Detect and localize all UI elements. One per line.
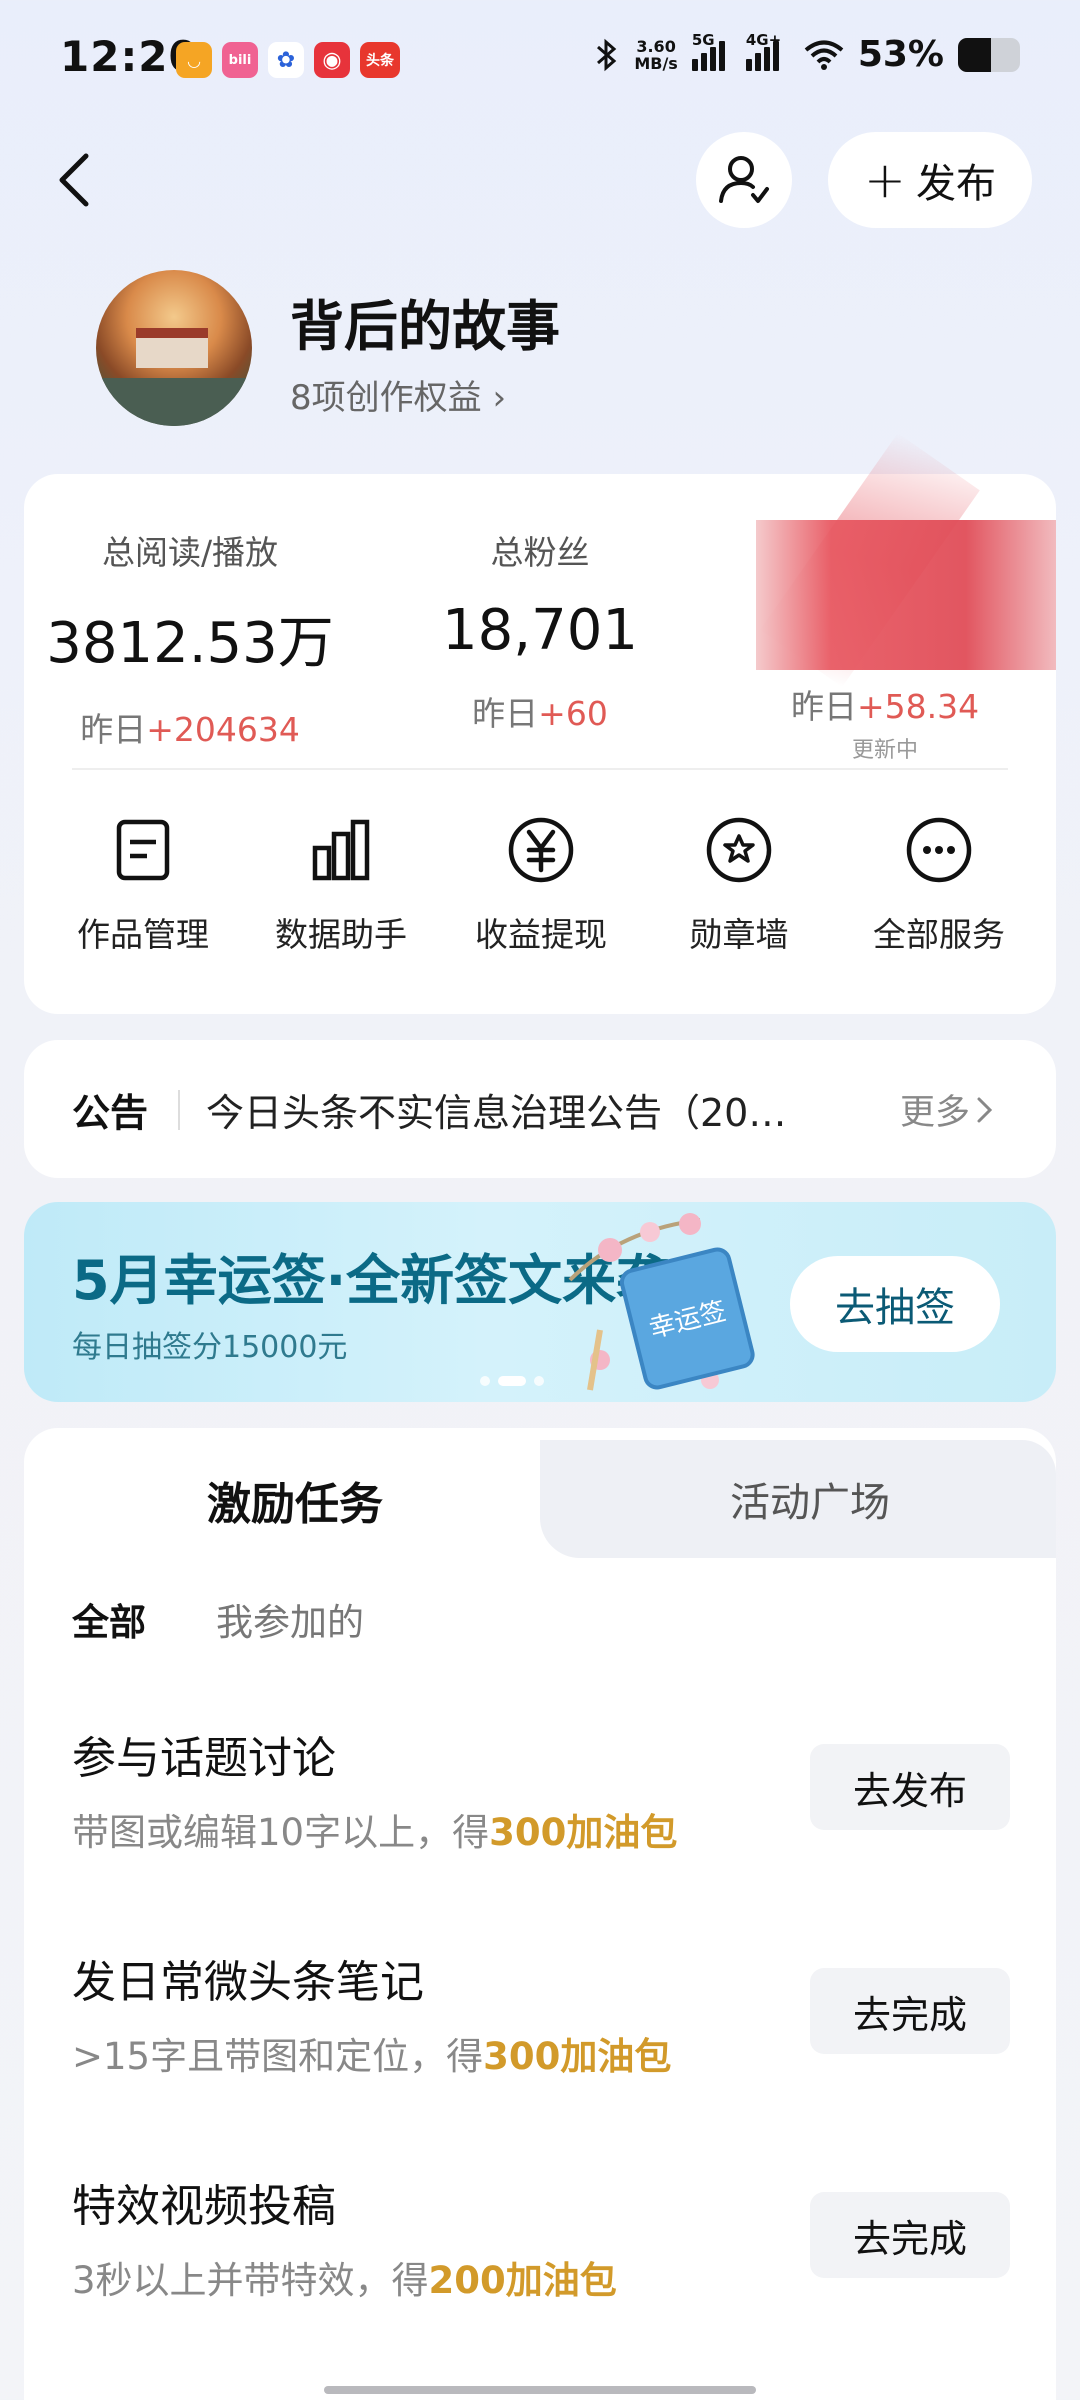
chevron-left-icon [59,153,89,207]
stat-value: 18,701 [442,598,638,663]
task-title: 特效视频投稿 [72,2181,336,2232]
banner-subtitle: 每日抽签分15000元 [72,1330,348,1365]
task-complete-button[interactable]: 去完成 [810,1968,1010,2054]
status-indicators: 3.60 MB/s 5G 4G+ 53% [594,31,1020,75]
task-complete-button[interactable]: 去完成 [810,2192,1010,2278]
publish-label: 发布 [915,161,996,207]
bilibili-icon: bili [222,42,258,78]
filter-joined[interactable]: 我参加的 [216,1592,364,1646]
avatar[interactable] [96,270,252,426]
task-desc: >15字且带图和定位，得300加油包 [72,2035,672,2078]
task-desc: 3秒以上并带特效，得200加油包 [72,2259,617,2302]
lucky-charm-illustration: 幸运签 [568,1213,755,1391]
stat-delta: 昨日+204634 [80,710,300,749]
bar-chart-icon [305,814,377,886]
user-check-icon [719,156,769,203]
task-title: 发日常微头条笔记 [72,1957,424,2008]
status-bar: 12:20 ◡ bili ✿ ◉ 头条 3.60 MB/s 5G 4G+ 53% [0,0,1080,120]
draw-lot-button[interactable]: 去抽签 [790,1256,1000,1352]
redaction-mosaic [756,520,1056,670]
updating-note: 更新中 [851,738,918,763]
chevron-right-icon [977,1097,993,1122]
notice-title: 公告 [72,1091,149,1135]
task-publish-button[interactable]: 去发布 [810,1744,1010,1830]
task-desc: 带图或编辑10字以上，得300加油包 [72,1811,678,1854]
stat-total-reads[interactable]: 总阅读/播放 3812.53万 昨日+204634 [25,526,355,751]
task-title: 参与话题讨论 [72,1733,336,1784]
notice-separator [178,1090,180,1130]
netease-music-icon: ◉ [314,42,350,78]
more-icon [903,814,975,886]
battery-icon [958,37,1020,72]
publish-button[interactable]: + 发布 [828,132,1032,228]
stat-label: 总粉丝 [490,533,590,572]
service-income-withdraw[interactable]: 收益提现 [438,814,644,956]
service-medal-wall[interactable]: 勋章墙 [636,814,842,956]
stat-label: 总阅读/播放 [101,533,279,572]
home-indicator[interactable] [324,2386,756,2394]
service-label: 作品管理 [77,915,209,954]
tab-activity-square-label[interactable]: 活动广场 [600,1470,1020,1528]
service-label: 数据助手 [275,915,407,954]
creator-rights-link[interactable]: 8项创作权益 › [290,370,506,419]
plus-icon: + [864,151,906,209]
stat-delta: 昨日+60 [472,694,608,733]
notice-more-link[interactable]: 更多 [900,1084,994,1135]
signal-4g-icon: 4G+ [745,31,790,71]
stat-total-fans[interactable]: 总粉丝 18,701 昨日+60 [375,526,705,735]
service-data-assistant[interactable]: 数据助手 [238,814,444,956]
signal-5g-icon: 5G [691,31,732,71]
service-label: 收益提现 [475,915,607,954]
service-works-management[interactable]: 作品管理 [40,814,246,956]
carousel-indicator [480,1376,544,1386]
service-label: 勋章墙 [689,915,789,954]
toutiao-icon: 头条 [360,42,400,78]
wifi-icon [804,40,844,70]
yen-icon [505,814,577,886]
account-switch-button[interactable] [696,132,792,228]
medal-icon [703,814,775,886]
profile-name[interactable]: 背后的故事 [290,282,560,361]
tab-incentive-tasks[interactable]: 激励任务 [110,1468,480,1532]
stat-value: 3812.53万 [46,611,334,676]
network-speed: 3.60 MB/s [634,36,678,73]
app-icon-orange: ◡ [176,42,212,78]
service-all-services[interactable]: 全部服务 [836,814,1042,956]
notice-text[interactable]: 今日头条不实信息治理公告（20… [206,1082,846,1137]
divider [72,768,1008,770]
bluetooth-icon [597,38,617,71]
filter-all[interactable]: 全部 [72,1592,146,1646]
back-button[interactable] [48,150,108,210]
document-icon [107,814,179,886]
battery-percent: 53% [857,34,944,75]
service-label: 全部服务 [873,915,1005,954]
stat-delta: 昨日+58.34 [790,687,980,726]
baidu-icon: ✿ [268,42,304,78]
